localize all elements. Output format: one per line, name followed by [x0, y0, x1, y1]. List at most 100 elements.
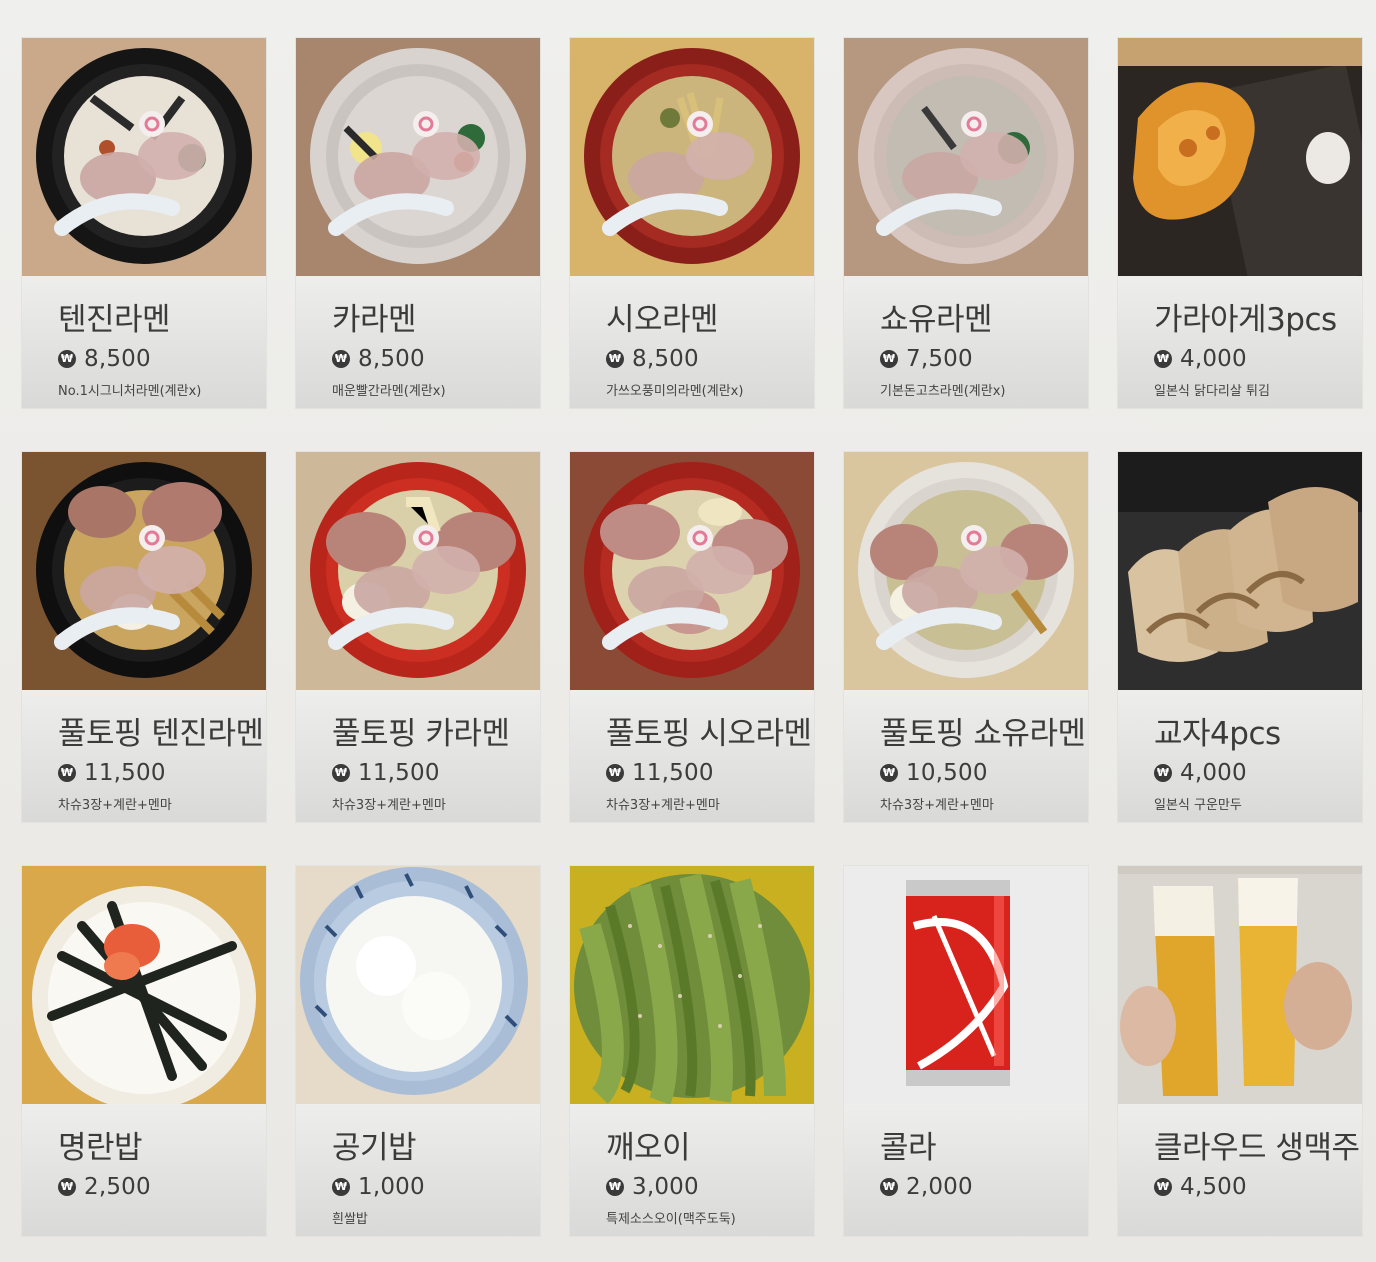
price-row: ₩8,500: [606, 346, 699, 372]
menu-item-name: 풀토핑 카라멘: [332, 716, 510, 752]
menu-item-card[interactable]: 깨오이 ₩3,000 특제소스오이(맥주도둑): [570, 866, 814, 1236]
menu-item-description: 매운빨간라멘(계란x): [332, 384, 446, 399]
price-row: ₩4,500: [1154, 1174, 1247, 1200]
price-row: ₩4,000: [1154, 760, 1247, 786]
price-row: ₩10,500: [880, 760, 988, 786]
price-row: ₩7,500: [880, 346, 973, 372]
menu-item-name: 풀토핑 쇼유라멘: [880, 716, 1086, 752]
menu-item-card[interactable]: 풀토핑 시오라멘 ₩11,500 차슈3장+계란+멘마: [570, 452, 814, 822]
menu-item-price: 11,500: [84, 760, 166, 786]
price-row: ₩2,000: [880, 1174, 973, 1200]
menu-item-price: 8,500: [84, 346, 151, 372]
menu-item-card[interactable]: 시오라멘 ₩8,500 가쓰오풍미의라멘(계란x): [570, 38, 814, 408]
price-row: ₩4,000: [1154, 346, 1247, 372]
karaage-photo: [1118, 38, 1362, 276]
menu-item-card[interactable]: 클라우드 생맥주 ₩4,500: [1118, 866, 1362, 1236]
menu-item-price: 8,500: [632, 346, 699, 372]
cola-can-photo: [844, 866, 1088, 1104]
menu-item-name: 풀토핑 시오라멘: [606, 716, 812, 752]
menu-item-card[interactable]: 쇼유라멘 ₩7,500 기본돈고츠라멘(계란x): [844, 38, 1088, 408]
menu-item-description: 가쓰오풍미의라멘(계란x): [606, 384, 744, 399]
mentaiko-rice-photo: [22, 866, 266, 1104]
price-row: ₩3,000: [606, 1174, 699, 1200]
menu-item-info: 클라우드 생맥주 ₩4,500: [1118, 1104, 1362, 1236]
menu-item-info: 시오라멘 ₩8,500 가쓰오풍미의라멘(계란x): [570, 276, 814, 408]
menu-item-description: 흰쌀밥: [332, 1212, 368, 1227]
won-icon: ₩: [58, 1178, 76, 1196]
won-icon: ₩: [606, 350, 624, 368]
price-row: ₩11,500: [606, 760, 714, 786]
menu-item-info: 교자4pcs ₩4,000 일본식 구운만두: [1118, 690, 1362, 822]
won-icon: ₩: [1154, 764, 1172, 782]
menu-item-name: 가라아게3pcs: [1154, 302, 1337, 338]
menu-item-card[interactable]: 풀토핑 카라멘 ₩11,500 차슈3장+계란+멘마: [296, 452, 540, 822]
menu-item-card[interactable]: 카라멘 ₩8,500 매운빨간라멘(계란x): [296, 38, 540, 408]
menu-item-description: 일본식 구운만두: [1154, 798, 1242, 813]
menu-item-price: 4,000: [1180, 760, 1247, 786]
ramen-tonkotsu-photo: [22, 38, 266, 276]
menu-item-info: 텐진라멘 ₩8,500 No.1시그니처라멘(계란x): [22, 276, 266, 408]
menu-item-info: 풀토핑 쇼유라멘 ₩10,500 차슈3장+계란+멘마: [844, 690, 1088, 822]
menu-item-name: 명란밥: [58, 1130, 143, 1166]
menu-item-card[interactable]: 콜라 ₩2,000: [844, 866, 1088, 1236]
menu-item-card[interactable]: 풀토핑 쇼유라멘 ₩10,500 차슈3장+계란+멘마: [844, 452, 1088, 822]
menu-item-name: 교자4pcs: [1154, 716, 1281, 752]
menu-item-name: 시오라멘: [606, 302, 719, 338]
menu-grid: 텐진라멘 ₩8,500 No.1시그니처라멘(계란x) 카라멘 ₩8,500 매운빨간라…: [22, 38, 1362, 1236]
menu-item-info: 풀토핑 텐진라멘 ₩11,500 차슈3장+계란+멘마: [22, 690, 266, 822]
won-icon: ₩: [880, 764, 898, 782]
price-row: ₩2,500: [58, 1174, 151, 1200]
menu-item-name: 깨오이: [606, 1130, 691, 1166]
won-icon: ₩: [880, 1178, 898, 1196]
draft-beer-photo: [1118, 866, 1362, 1104]
menu-item-price: 7,500: [906, 346, 973, 372]
menu-item-description: No.1시그니처라멘(계란x): [58, 384, 202, 399]
menu-item-card[interactable]: 교자4pcs ₩4,000 일본식 구운만두: [1118, 452, 1362, 822]
menu-item-price: 2,000: [906, 1174, 973, 1200]
menu-item-price: 10,500: [906, 760, 988, 786]
menu-item-card[interactable]: 텐진라멘 ₩8,500 No.1시그니처라멘(계란x): [22, 38, 266, 408]
won-icon: ₩: [606, 764, 624, 782]
menu-item-card[interactable]: 풀토핑 텐진라멘 ₩11,500 차슈3장+계란+멘마: [22, 452, 266, 822]
menu-item-info: 카라멘 ₩8,500 매운빨간라멘(계란x): [296, 276, 540, 408]
won-icon: ₩: [1154, 1178, 1172, 1196]
won-icon: ₩: [1154, 350, 1172, 368]
menu-item-price: 1,000: [358, 1174, 425, 1200]
menu-item-card[interactable]: 공기밥 ₩1,000 흰쌀밥: [296, 866, 540, 1236]
won-icon: ₩: [332, 350, 350, 368]
menu-item-card[interactable]: 가라아게3pcs ₩4,000 일본식 닭다리살 튀김: [1118, 38, 1362, 408]
menu-item-description: 차슈3장+계란+멘마: [606, 798, 720, 813]
menu-item-info: 풀토핑 카라멘 ₩11,500 차슈3장+계란+멘마: [296, 690, 540, 822]
price-row: ₩1,000: [332, 1174, 425, 1200]
menu-page: 텐진라멘 ₩8,500 No.1시그니처라멘(계란x) 카라멘 ₩8,500 매운빨간라…: [0, 0, 1376, 1262]
ramen-shoyu-photo: [844, 38, 1088, 276]
menu-item-description: 차슈3장+계란+멘마: [58, 798, 172, 813]
menu-item-card[interactable]: 명란밥 ₩2,500: [22, 866, 266, 1236]
ramen-full-red2-photo: [570, 452, 814, 690]
menu-item-name: 카라멘: [332, 302, 417, 338]
menu-item-description: 기본돈고츠라멘(계란x): [880, 384, 1006, 399]
won-icon: ₩: [332, 1178, 350, 1196]
won-icon: ₩: [880, 350, 898, 368]
menu-item-info: 깨오이 ₩3,000 특제소스오이(맥주도둑): [570, 1104, 814, 1236]
menu-item-info: 풀토핑 시오라멘 ₩11,500 차슈3장+계란+멘마: [570, 690, 814, 822]
menu-item-name: 텐진라멘: [58, 302, 171, 338]
menu-item-description: 일본식 닭다리살 튀김: [1154, 384, 1270, 399]
menu-item-info: 명란밥 ₩2,500: [22, 1104, 266, 1236]
menu-item-name: 풀토핑 텐진라멘: [58, 716, 264, 752]
ramen-full-red-photo: [296, 452, 540, 690]
price-row: ₩8,500: [58, 346, 151, 372]
menu-item-name: 쇼유라멘: [880, 302, 993, 338]
menu-item-price: 8,500: [358, 346, 425, 372]
won-icon: ₩: [332, 764, 350, 782]
menu-item-description: 차슈3장+계란+멘마: [332, 798, 446, 813]
cucumber-photo: [570, 866, 814, 1104]
menu-item-price: 11,500: [632, 760, 714, 786]
menu-item-price: 4,500: [1180, 1174, 1247, 1200]
menu-item-name: 콜라: [880, 1130, 937, 1166]
menu-item-info: 쇼유라멘 ₩7,500 기본돈고츠라멘(계란x): [844, 276, 1088, 408]
gyoza-photo: [1118, 452, 1362, 690]
menu-item-name: 공기밥: [332, 1130, 417, 1166]
price-row: ₩11,500: [332, 760, 440, 786]
menu-item-description: 차슈3장+계란+멘마: [880, 798, 994, 813]
